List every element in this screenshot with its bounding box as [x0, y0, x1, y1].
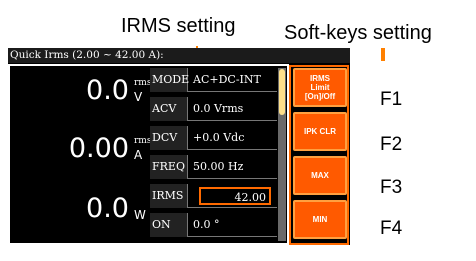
current-value: 0.00 — [68, 133, 129, 164]
current-unit: A — [134, 148, 143, 162]
measurement-panel: 0.0 rms V 0.00 rms A 0.0 W MODE AC+DC-IN… — [8, 64, 289, 255]
softkeys-callout-line — [381, 48, 385, 61]
param-row-mode[interactable]: MODE AC+DC-INT — [150, 68, 277, 92]
param-row-acv[interactable]: ACV 0.0 Vrms — [150, 97, 277, 121]
param-label: DCV — [150, 126, 188, 150]
param-label: FREQ — [150, 155, 188, 179]
param-row-freq[interactable]: FREQ 50.00 Hz — [150, 155, 277, 179]
param-label: ON Phs — [150, 213, 188, 255]
input-prompt-bar: Quick Irms (2.00 ~ 42.00 A): — [8, 48, 350, 63]
softkeys-setting-annotation: Soft-keys setting — [284, 22, 432, 44]
scrollbar-thumb[interactable] — [279, 69, 285, 115]
param-label: ACV — [150, 97, 188, 121]
f1-label: F1 — [380, 89, 403, 110]
parameter-table: MODE AC+DC-INT ACV 0.0 Vrms DCV +0.0 Vdc… — [150, 68, 277, 255]
param-label: MODE — [150, 68, 189, 92]
param-value: +0.0 Vdc — [193, 131, 245, 144]
param-row-dcv[interactable]: DCV +0.0 Vdc — [150, 126, 277, 150]
f4-label: F4 — [380, 218, 403, 239]
param-value: AC+DC-INT — [193, 73, 261, 86]
scrollbar[interactable] — [278, 68, 286, 241]
f3-label: F3 — [380, 177, 403, 198]
voltage-rms-tag: rms — [134, 78, 152, 88]
param-value: 0.0 ° — [193, 218, 220, 231]
param-row-irms[interactable]: IRMS 42.00 — [150, 184, 277, 208]
irms-input-field[interactable]: 42.00 — [199, 187, 271, 205]
param-value: 50.00 Hz — [193, 160, 244, 173]
param-row-on-phase[interactable]: ON Phs 0.0 ° — [150, 213, 277, 255]
power-unit: W — [134, 208, 146, 222]
softkeys-highlight-frame — [289, 65, 349, 245]
param-value: 0.0 Vrms — [193, 102, 244, 115]
irms-setting-annotation: IRMS setting — [121, 15, 236, 37]
f2-label: F2 — [380, 134, 403, 155]
voltage-value: 0.0 — [86, 75, 129, 106]
voltage-unit: V — [134, 90, 143, 104]
power-value: 0.0 — [86, 193, 129, 224]
current-rms-tag: rms — [134, 136, 152, 146]
param-label: IRMS — [150, 184, 188, 208]
